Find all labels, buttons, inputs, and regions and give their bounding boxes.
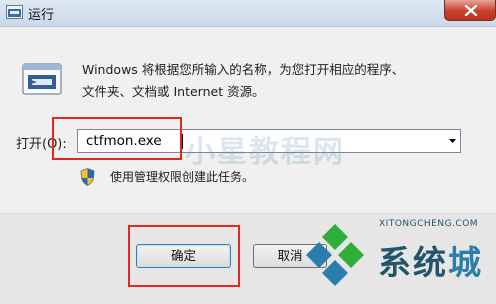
admin-note: 使用管理权限创建此任务。 (110, 170, 255, 184)
site-logo-char-2: 统 (413, 243, 448, 282)
close-button[interactable] (444, 0, 496, 21)
close-icon (464, 5, 478, 16)
site-logo-text: 系统城 (378, 236, 483, 284)
description-line-1: Windows 将根据您所输入的名称，为您打开相应的程序、 (82, 62, 405, 77)
highlight-box-open (52, 117, 182, 160)
text-caret (182, 134, 183, 149)
watermark-text: 小星教程网 (185, 135, 345, 170)
run-app-icon (6, 5, 23, 19)
highlight-box-ok (128, 225, 240, 287)
title-bar[interactable]: 运行 (0, 0, 496, 27)
site-logo-url: XITONGCHENG.COM (379, 219, 479, 229)
site-logo-char-3: 城 (448, 243, 483, 282)
chevron-down-icon[interactable] (449, 139, 456, 143)
window-title: 运行 (28, 8, 55, 23)
site-logo-char-1: 系 (378, 243, 413, 282)
site-logo-icon (306, 224, 364, 286)
description: Windows 将根据您所输入的名称，为您打开相应的程序、 文件夹、文档或 In… (82, 59, 472, 103)
shield-icon (80, 168, 95, 186)
run-window-icon (22, 63, 62, 95)
description-line-2: 文件夹、文档或 Internet 资源。 (82, 84, 265, 99)
